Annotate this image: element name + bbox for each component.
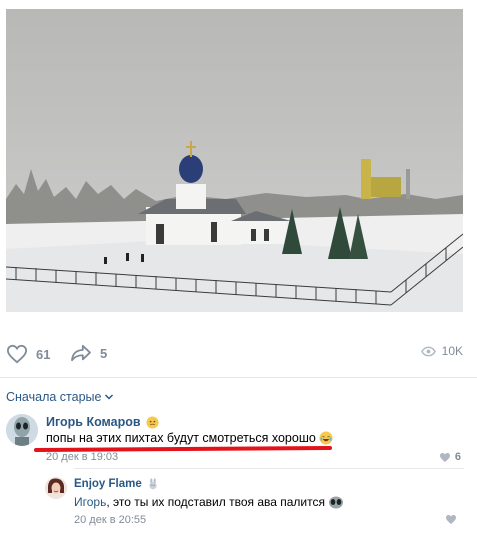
laughing-emoji-icon [319, 431, 333, 445]
chevron-down-icon [105, 394, 114, 400]
avatar[interactable] [45, 477, 67, 499]
comment-likes-count: 6 [454, 451, 461, 463]
heart-icon [446, 515, 456, 524]
heart-icon [439, 452, 450, 462]
likes-count: 61 [36, 346, 51, 362]
heart-icon [6, 344, 28, 364]
comment-text-content: попы на этих пихтах будут смотреться хор… [46, 431, 316, 445]
views-count: 10K [441, 344, 463, 358]
reply-divider [74, 468, 464, 469]
avatar[interactable] [6, 414, 38, 446]
views-counter: 10K [420, 344, 463, 358]
divider [0, 377, 477, 378]
alien-emoji-icon [329, 496, 343, 508]
eye-icon [420, 346, 436, 356]
comments-sort-dropdown[interactable]: Сначала старые [6, 390, 114, 404]
comment-text: Игорь, это ты их подставил твоя ава пали… [74, 495, 344, 509]
comment-text: попы на этих пихтах будут смотреться хор… [46, 431, 333, 445]
comment-like-button[interactable] [445, 514, 461, 525]
emoji-icon [146, 415, 159, 429]
avatar-image [45, 477, 67, 499]
comment-author[interactable]: Игорь Комаров [46, 415, 159, 429]
rabbit-icon [149, 478, 157, 490]
share-arrow-icon [71, 344, 91, 362]
comments-sort-label: Сначала старые [6, 390, 102, 404]
comment-author-name: Enjoy Flame [74, 478, 142, 490]
post-photo[interactable] [6, 9, 463, 312]
comment-text-content: , это ты их подставил твоя ава палится [106, 495, 325, 509]
comment-author-name: Игорь Комаров [46, 415, 141, 429]
avatar-image [6, 414, 38, 446]
post-actions-bar: 61 5 10K [0, 340, 477, 370]
shares-count: 5 [100, 345, 108, 361]
comment-author[interactable]: Enjoy Flame [74, 478, 159, 490]
church-snow-photo [6, 9, 463, 312]
like-button[interactable]: 61 [6, 344, 50, 364]
comment-like-button[interactable]: 6 [439, 451, 461, 463]
comment-date[interactable]: 20 дек в 20:55 [74, 514, 146, 526]
comment-date[interactable]: 20 дек в 19:03 [46, 451, 118, 463]
comment-mention-link[interactable]: Игорь [74, 495, 106, 509]
share-button[interactable]: 5 [70, 344, 107, 362]
